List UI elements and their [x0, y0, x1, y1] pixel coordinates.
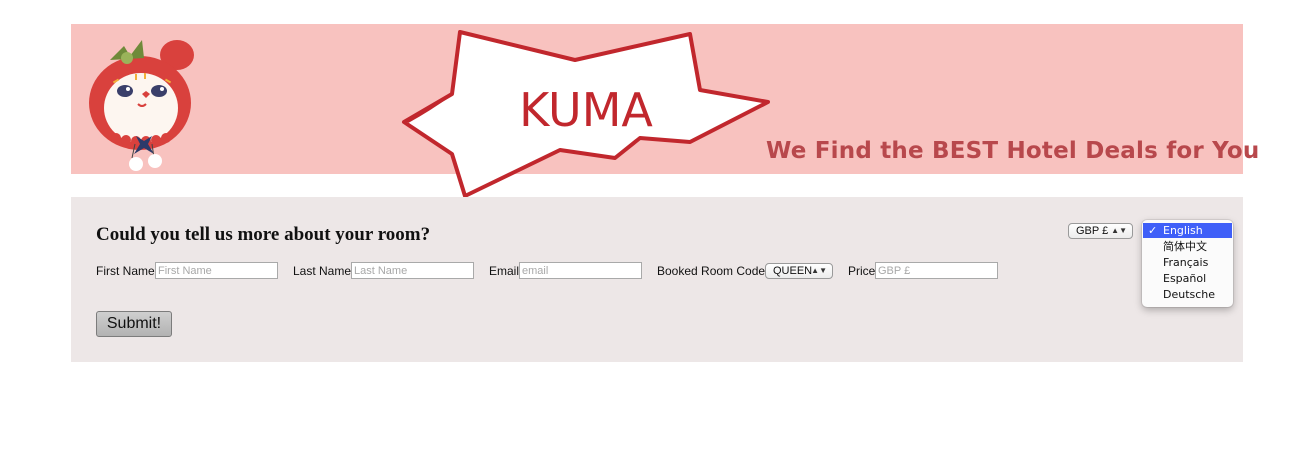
language-dropdown-menu[interactable]: ✓ English 简体中文 Français Español Deutsche: [1142, 220, 1233, 307]
room-code-select[interactable]: QUEEN ▲▼: [765, 263, 833, 279]
select-arrows-icon: ▲▼: [811, 266, 827, 275]
tagline: We Find the BEST Hotel Deals for You: [766, 138, 1260, 164]
room-code-value: QUEEN: [773, 265, 813, 277]
currency-select[interactable]: GBP £ ▲▼: [1068, 223, 1133, 239]
language-option-chinese[interactable]: 简体中文: [1143, 239, 1232, 254]
form-panel: [71, 197, 1243, 362]
language-option-english[interactable]: ✓ English: [1143, 223, 1232, 238]
first-name-label: First Name: [96, 264, 155, 278]
price-input[interactable]: [875, 262, 998, 279]
currency-value: GBP £: [1076, 225, 1109, 237]
last-name-label: Last Name: [293, 264, 352, 278]
select-arrows-icon: ▲▼: [1111, 226, 1127, 235]
language-option-label: 简体中文: [1163, 240, 1207, 253]
price-label: Price: [848, 264, 876, 278]
email-label: Email: [489, 264, 520, 278]
kuma-logo-sign: KUMA: [402, 30, 770, 198]
logo-text: KUMA: [519, 83, 653, 137]
form-heading: Could you tell us more about your room?: [96, 224, 431, 245]
room-code-label: Booked Room Code: [657, 264, 766, 278]
language-option-french[interactable]: Français: [1143, 255, 1232, 270]
last-name-input[interactable]: [351, 262, 474, 279]
language-option-label: Deutsche: [1163, 288, 1216, 301]
checkmark-icon: ✓: [1148, 224, 1158, 237]
kuma-mascot-logo: [89, 40, 194, 171]
language-option-label: Español: [1163, 272, 1207, 285]
language-option-label: English: [1163, 224, 1203, 237]
submit-button[interactable]: Submit!: [96, 311, 172, 337]
language-option-label: Français: [1163, 256, 1209, 269]
first-name-input[interactable]: [155, 262, 278, 279]
language-option-spanish[interactable]: Español: [1143, 271, 1232, 286]
email-input[interactable]: [519, 262, 642, 279]
language-option-german[interactable]: Deutsche: [1143, 287, 1232, 302]
